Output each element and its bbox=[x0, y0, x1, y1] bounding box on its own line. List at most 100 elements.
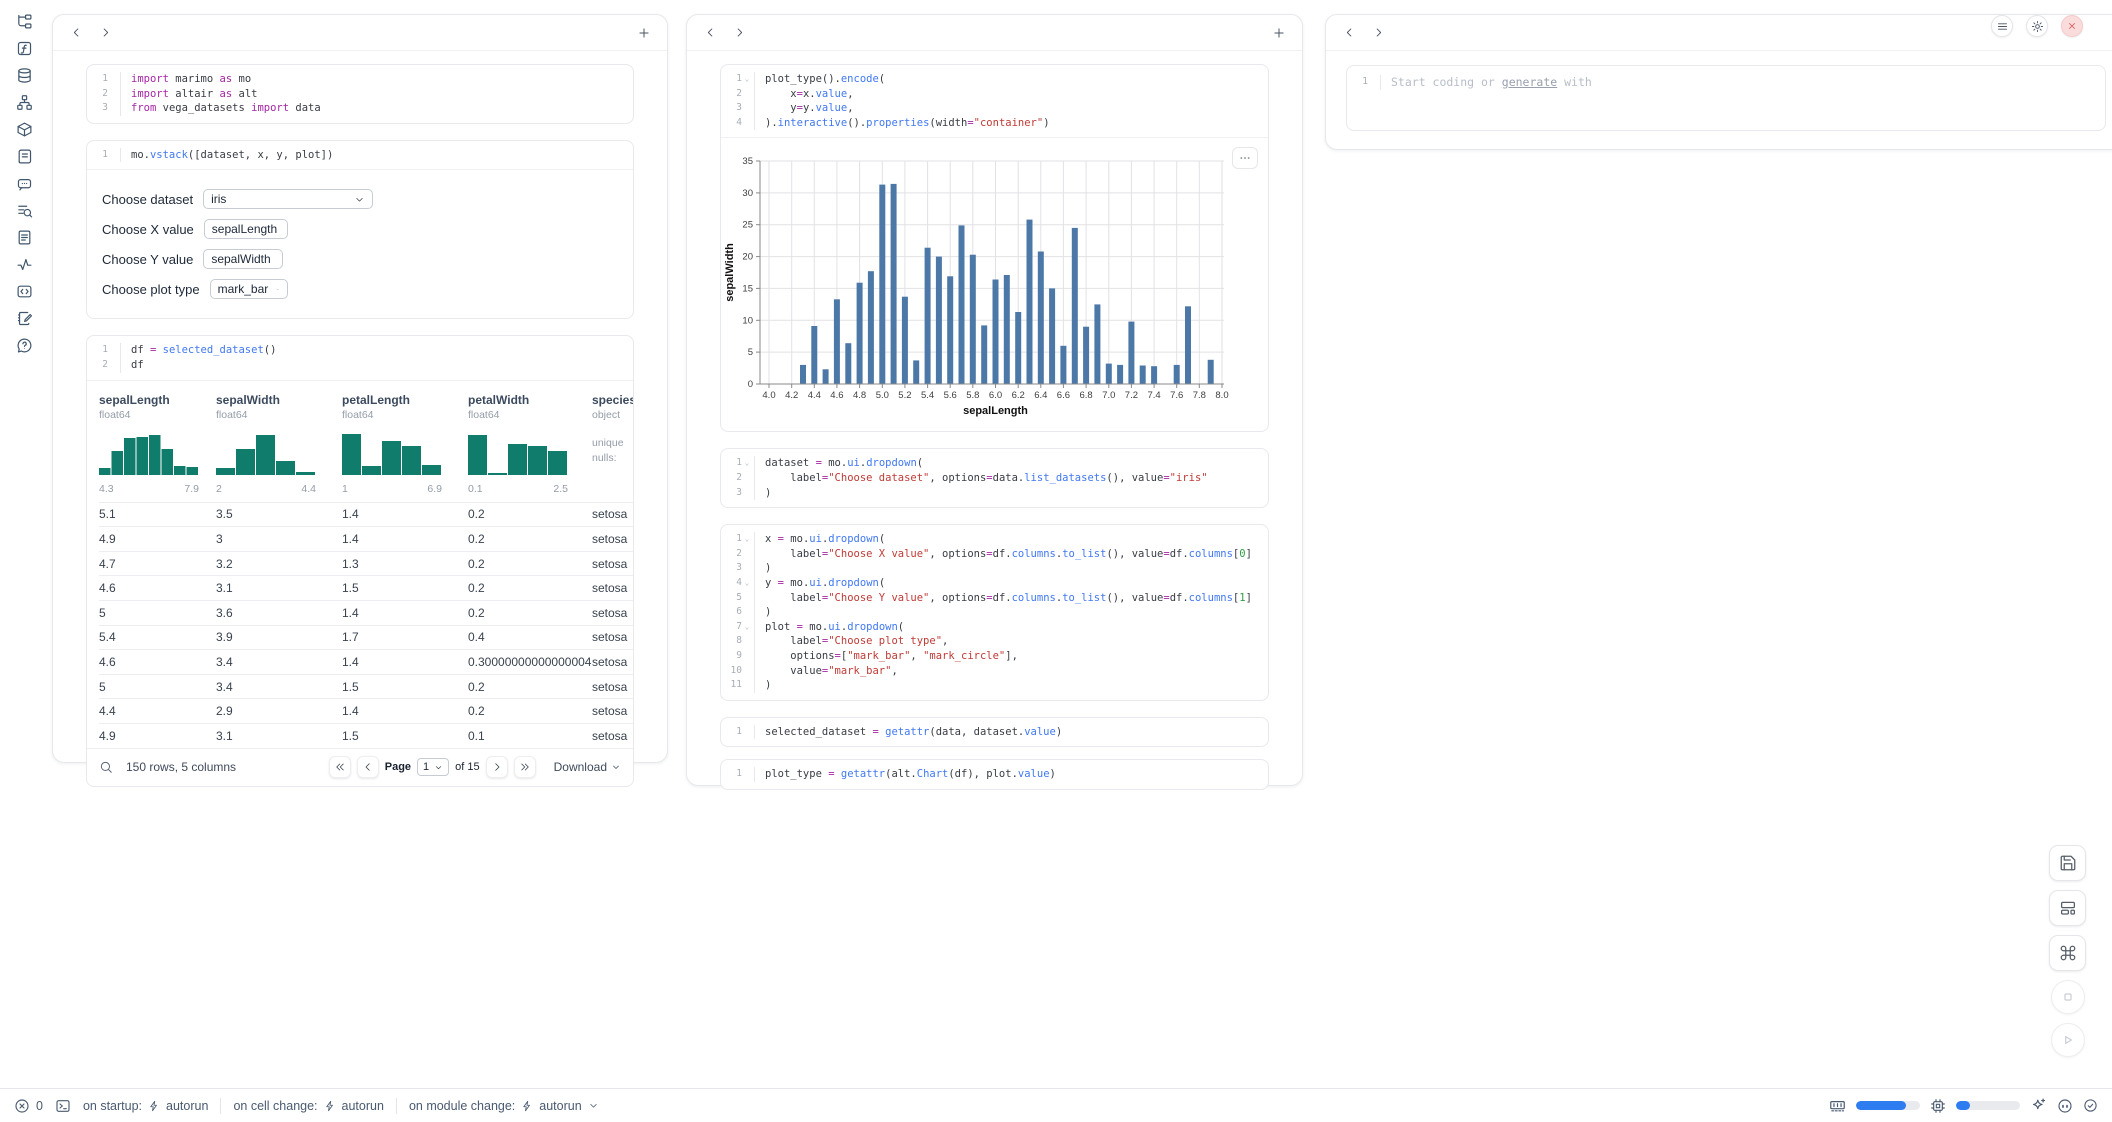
help-icon[interactable] bbox=[11, 337, 37, 354]
download-button[interactable]: Download bbox=[554, 760, 621, 774]
first-page-button[interactable] bbox=[329, 756, 351, 778]
page-select[interactable]: 1 bbox=[417, 758, 449, 776]
on-cell-change-setting[interactable]: on cell change: autorun bbox=[233, 1099, 384, 1113]
table-row[interactable]: 4.63.41.40.30000000000000004setosa bbox=[99, 649, 633, 674]
add-column-icon[interactable] bbox=[1269, 23, 1289, 43]
connection-status-button[interactable] bbox=[2083, 1098, 2098, 1113]
chevron-left-icon[interactable] bbox=[66, 23, 86, 43]
code-line[interactable]: 1Start coding or generate with bbox=[1347, 75, 2105, 90]
code-line[interactable]: 3 y=y.value, bbox=[721, 101, 1268, 116]
on-module-change-setting[interactable]: on module change: autorun bbox=[409, 1099, 599, 1113]
ai-sparkles-button[interactable] bbox=[2030, 1097, 2047, 1114]
chevron-left-icon[interactable] bbox=[1339, 23, 1359, 43]
run-button[interactable] bbox=[2051, 1023, 2085, 1057]
datasources-icon[interactable] bbox=[11, 67, 37, 84]
errors-indicator[interactable]: 0 bbox=[14, 1098, 43, 1114]
notebook-icon[interactable] bbox=[11, 310, 37, 327]
code-line[interactable]: 11) bbox=[721, 678, 1268, 693]
menu-icon[interactable] bbox=[1991, 15, 2013, 37]
code-line[interactable]: 2 label="Choose dataset", options=data.l… bbox=[721, 471, 1268, 486]
altair-bar-chart[interactable]: 051015202530354.04.24.44.64.85.05.25.45.… bbox=[721, 141, 1268, 427]
plot-type-select[interactable]: mark_bar bbox=[210, 279, 288, 299]
table-row[interactable]: 4.93.11.50.1setosa bbox=[99, 723, 633, 748]
x-value-select[interactable]: sepalLength bbox=[204, 219, 288, 239]
code-line[interactable]: 10 value="mark_bar", bbox=[721, 664, 1268, 679]
dataset-select[interactable]: iris bbox=[203, 189, 373, 209]
dependency-graph-icon[interactable] bbox=[11, 94, 37, 111]
table-row[interactable]: 4.931.40.2setosa bbox=[99, 526, 633, 551]
functions-icon[interactable] bbox=[11, 40, 37, 57]
save-button[interactable] bbox=[2049, 845, 2086, 881]
code-line[interactable]: 7⌄plot = mo.ui.dropdown( bbox=[721, 620, 1268, 635]
terminal-button[interactable] bbox=[55, 1098, 71, 1114]
copilot-button[interactable] bbox=[2057, 1098, 2073, 1114]
column-header[interactable]: petalLengthfloat6416.9 bbox=[342, 393, 468, 495]
add-column-icon[interactable] bbox=[634, 23, 654, 43]
packages-icon[interactable] bbox=[11, 121, 37, 138]
y-value-select[interactable]: sepalWidth bbox=[203, 249, 283, 269]
table-row[interactable]: 5.13.51.40.2setosa bbox=[99, 502, 633, 527]
code-line[interactable]: 8 label="Choose plot type", bbox=[721, 634, 1268, 649]
code-line[interactable]: 2import altair as alt bbox=[87, 87, 633, 102]
code-line[interactable]: 1df = selected_dataset() bbox=[87, 343, 633, 358]
code-line[interactable]: 1mo.vstack([dataset, x, y, plot]) bbox=[87, 148, 633, 163]
layout-button[interactable] bbox=[2049, 890, 2086, 926]
column-header[interactable]: sepalLengthfloat644.37.9 bbox=[99, 393, 216, 495]
next-page-button[interactable] bbox=[486, 756, 508, 778]
code-line[interactable]: 1⌄dataset = mo.ui.dropdown( bbox=[721, 456, 1268, 471]
code-editor[interactable]: 1selected_dataset = getattr(data, datase… bbox=[721, 718, 1268, 747]
chevron-right-icon[interactable] bbox=[95, 23, 115, 43]
column-header[interactable]: speciesobjectuniquenulls: bbox=[592, 393, 633, 495]
last-page-button[interactable] bbox=[514, 756, 536, 778]
chevron-right-icon[interactable] bbox=[1368, 23, 1388, 43]
code-line[interactable]: 3) bbox=[721, 561, 1268, 576]
code-line[interactable]: 1plot_type = getattr(alt.Chart(df), plot… bbox=[721, 767, 1268, 782]
stop-button[interactable] bbox=[2051, 980, 2085, 1014]
scratchpad-icon[interactable] bbox=[11, 148, 37, 165]
command-palette-button[interactable] bbox=[2049, 935, 2086, 971]
code-line[interactable]: 3) bbox=[721, 486, 1268, 501]
close-icon[interactable] bbox=[2061, 15, 2083, 37]
table-row[interactable]: 5.43.91.70.4setosa bbox=[99, 625, 633, 650]
table-row[interactable]: 53.41.50.2setosa bbox=[99, 674, 633, 699]
code-editor[interactable]: 1df = selected_dataset()2df bbox=[87, 336, 633, 379]
table-row[interactable]: 4.73.21.30.2setosa bbox=[99, 551, 633, 576]
code-line[interactable]: 4⌄y = mo.ui.dropdown( bbox=[721, 576, 1268, 591]
code-line[interactable]: 2df bbox=[87, 358, 633, 373]
code-line[interactable]: 1selected_dataset = getattr(data, datase… bbox=[721, 725, 1268, 740]
on-startup-setting[interactable]: on startup: autorun bbox=[83, 1099, 208, 1113]
snippets-icon[interactable] bbox=[11, 283, 37, 300]
search-icon[interactable] bbox=[99, 760, 113, 774]
prev-page-button[interactable] bbox=[357, 756, 379, 778]
table-row[interactable]: 53.61.40.2setosa bbox=[99, 600, 633, 625]
chevron-right-icon[interactable] bbox=[729, 23, 749, 43]
code-line[interactable]: 3from vega_datasets import data bbox=[87, 101, 633, 116]
code-editor[interactable]: 1⌄x = mo.ui.dropdown(2 label="Choose X v… bbox=[721, 525, 1268, 700]
table-row[interactable]: 4.42.91.40.2setosa bbox=[99, 698, 633, 723]
documentation-icon[interactable] bbox=[11, 229, 37, 246]
column-header[interactable]: sepalWidthfloat6424.4 bbox=[216, 393, 342, 495]
file-explorer-icon[interactable] bbox=[11, 13, 37, 30]
table-row[interactable]: 4.63.11.50.2setosa bbox=[99, 575, 633, 600]
tracing-icon[interactable] bbox=[11, 256, 37, 273]
code-editor[interactable]: 1import marimo as mo2import altair as al… bbox=[87, 65, 633, 123]
code-editor[interactable]: 1mo.vstack([dataset, x, y, plot]) bbox=[87, 141, 633, 170]
ai-chat-icon[interactable] bbox=[11, 175, 37, 192]
code-editor[interactable]: 1plot_type = getattr(alt.Chart(df), plot… bbox=[721, 760, 1268, 789]
code-line[interactable]: 9 options=["mark_bar", "mark_circle"], bbox=[721, 649, 1268, 664]
code-line[interactable]: 1⌄plot_type().encode( bbox=[721, 72, 1268, 87]
chevron-left-icon[interactable] bbox=[700, 23, 720, 43]
gear-icon[interactable] bbox=[2026, 15, 2048, 37]
code-line[interactable]: 4).interactive().properties(width="conta… bbox=[721, 116, 1268, 131]
code-line[interactable]: 2 x=x.value, bbox=[721, 87, 1268, 102]
code-line[interactable]: 1import marimo as mo bbox=[87, 72, 633, 87]
chart-menu-button[interactable] bbox=[1232, 147, 1258, 169]
code-editor[interactable]: 1⌄plot_type().encode(2 x=x.value,3 y=y.v… bbox=[721, 65, 1268, 137]
logs-icon[interactable] bbox=[11, 202, 37, 219]
code-line[interactable]: 1⌄x = mo.ui.dropdown( bbox=[721, 532, 1268, 547]
code-line[interactable]: 5 label="Choose Y value", options=df.col… bbox=[721, 591, 1268, 606]
code-editor[interactable]: 1⌄dataset = mo.ui.dropdown(2 label="Choo… bbox=[721, 449, 1268, 507]
code-line[interactable]: 2 label="Choose X value", options=df.col… bbox=[721, 547, 1268, 562]
column-header[interactable]: petalWidthfloat640.12.5 bbox=[468, 393, 592, 495]
code-line[interactable]: 6) bbox=[721, 605, 1268, 620]
